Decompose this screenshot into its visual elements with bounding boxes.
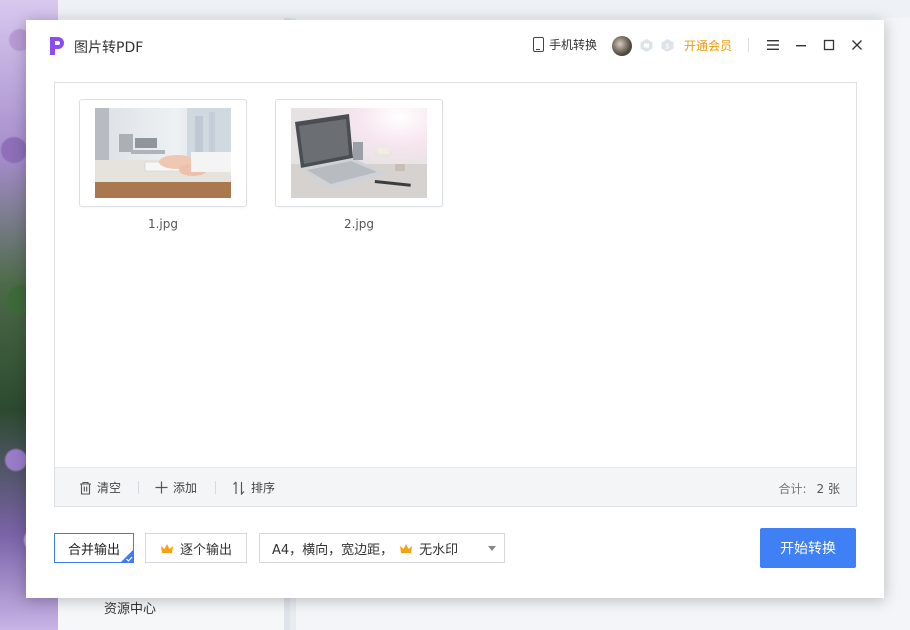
- vip-link[interactable]: 开通会员: [684, 37, 732, 54]
- vip-crown-icon: [160, 543, 173, 553]
- file-card-2[interactable]: [275, 99, 443, 207]
- sort-icon: [233, 481, 245, 495]
- background-topbar: [58, 0, 910, 18]
- minimize-icon[interactable]: [792, 36, 810, 54]
- toolbar-divider: [215, 481, 216, 494]
- sidebar-item-resource-center[interactable]: 资源中心: [104, 598, 156, 617]
- file-card-1[interactable]: [79, 99, 247, 207]
- trash-icon: [80, 481, 91, 495]
- menu-icon[interactable]: [764, 36, 782, 54]
- mobile-convert-button[interactable]: 手机转换: [533, 36, 597, 53]
- dialog-title: 图片转PDF: [74, 40, 144, 56]
- chevron-down-icon: [488, 546, 496, 551]
- start-convert-button[interactable]: 开始转换: [760, 528, 856, 568]
- clear-button[interactable]: 清空: [79, 479, 121, 496]
- single-output-label: 逐个输出: [179, 542, 232, 558]
- total-value: 2 张: [816, 482, 840, 496]
- merge-output-label: 合并输出: [67, 542, 120, 558]
- file-name-1: 1.jpg: [147, 217, 179, 231]
- svg-text:$: $: [665, 43, 669, 51]
- mobile-convert-label: 手机转换: [549, 38, 598, 52]
- desk-typing-thumbnail: [95, 108, 231, 198]
- merge-output-option[interactable]: 合并输出: [54, 533, 134, 563]
- total-label: 合计:: [778, 482, 807, 496]
- page-setting-label: A4，横向，宽边距，: [272, 542, 394, 558]
- file-count: 合计: 2 张: [779, 480, 841, 497]
- add-label: 添加: [173, 481, 198, 495]
- watermark-label: 无水印: [419, 542, 459, 558]
- file-name-2: 2.jpg: [343, 217, 375, 231]
- page-setting-dropdown[interactable]: A4，横向，宽边距， 无水印: [259, 533, 505, 563]
- plus-icon: [155, 481, 168, 494]
- titlebar-divider: [748, 38, 749, 52]
- sort-label: 排序: [251, 481, 276, 495]
- app-logo-icon: [50, 37, 64, 55]
- coin-badge-icon: $: [661, 39, 674, 52]
- dialog-titlebar: 图片转PDF 手机转换 $ 开通会员: [26, 20, 884, 72]
- user-avatar[interactable]: [612, 36, 632, 56]
- clear-label: 清空: [97, 481, 122, 495]
- vip-crown-icon: [400, 543, 413, 553]
- file-toolbar: 清空 添加 排序 合计: 2 张: [55, 467, 856, 506]
- phone-icon: [533, 37, 544, 52]
- sort-button[interactable]: 排序: [232, 479, 275, 496]
- maximize-icon[interactable]: [820, 36, 838, 54]
- single-output-option[interactable]: 逐个输出: [145, 533, 247, 563]
- selected-check-icon: [120, 549, 134, 563]
- close-icon[interactable]: [848, 36, 866, 54]
- file-drop-area[interactable]: 1.jpg 2.jpg 清空 添加 排序 合计: 2 张: [54, 82, 857, 507]
- add-button[interactable]: 添加: [155, 479, 197, 496]
- hexagon-badge-icon: [640, 39, 653, 52]
- toolbar-divider: [138, 481, 139, 494]
- laptop-desk-thumbnail: [291, 108, 427, 198]
- image-to-pdf-dialog: 图片转PDF 手机转换 $ 开通会员 1.jpg 2.jpg 清空 添加 排序 …: [26, 20, 884, 598]
